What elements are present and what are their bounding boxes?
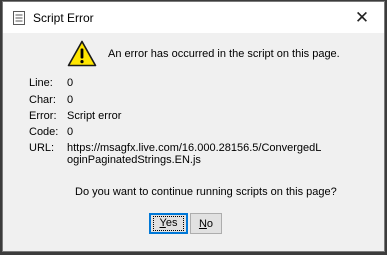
detail-value: 0 (67, 126, 74, 138)
title-bar[interactable]: Script Error ✕ (3, 2, 384, 33)
document-icon (13, 11, 25, 25)
yes-button-label: Yes (152, 216, 185, 231)
detail-value: 0 (67, 94, 74, 106)
warning-icon (67, 40, 97, 67)
detail-label: Code: (29, 126, 59, 138)
yes-label-rest: es (165, 217, 178, 229)
no-mnemonic: N (198, 217, 207, 230)
close-icon: ✕ (354, 7, 370, 27)
detail-value: 0 (67, 77, 74, 89)
no-button[interactable]: No (190, 213, 222, 234)
window-title: Script Error (33, 11, 94, 25)
close-button[interactable]: ✕ (340, 2, 384, 33)
detail-label: Line: (29, 77, 53, 89)
no-button-label: No (199, 218, 213, 230)
continue-question: Do you want to continue running scripts … (75, 186, 337, 198)
no-label-rest: o (206, 217, 214, 230)
detail-label: Error: (29, 110, 57, 122)
detail-value: Script error (67, 110, 122, 122)
script-error-dialog: Script Error ✕ An error has occurred in … (2, 1, 385, 252)
error-message: An error has occurred in the script on t… (108, 48, 340, 60)
yes-button[interactable]: Yes (149, 213, 188, 234)
detail-label: Char: (29, 94, 56, 106)
url-value: https://msagfx.live.com/16.000.28156.5/C… (67, 142, 322, 166)
detail-label: URL: (29, 142, 55, 154)
